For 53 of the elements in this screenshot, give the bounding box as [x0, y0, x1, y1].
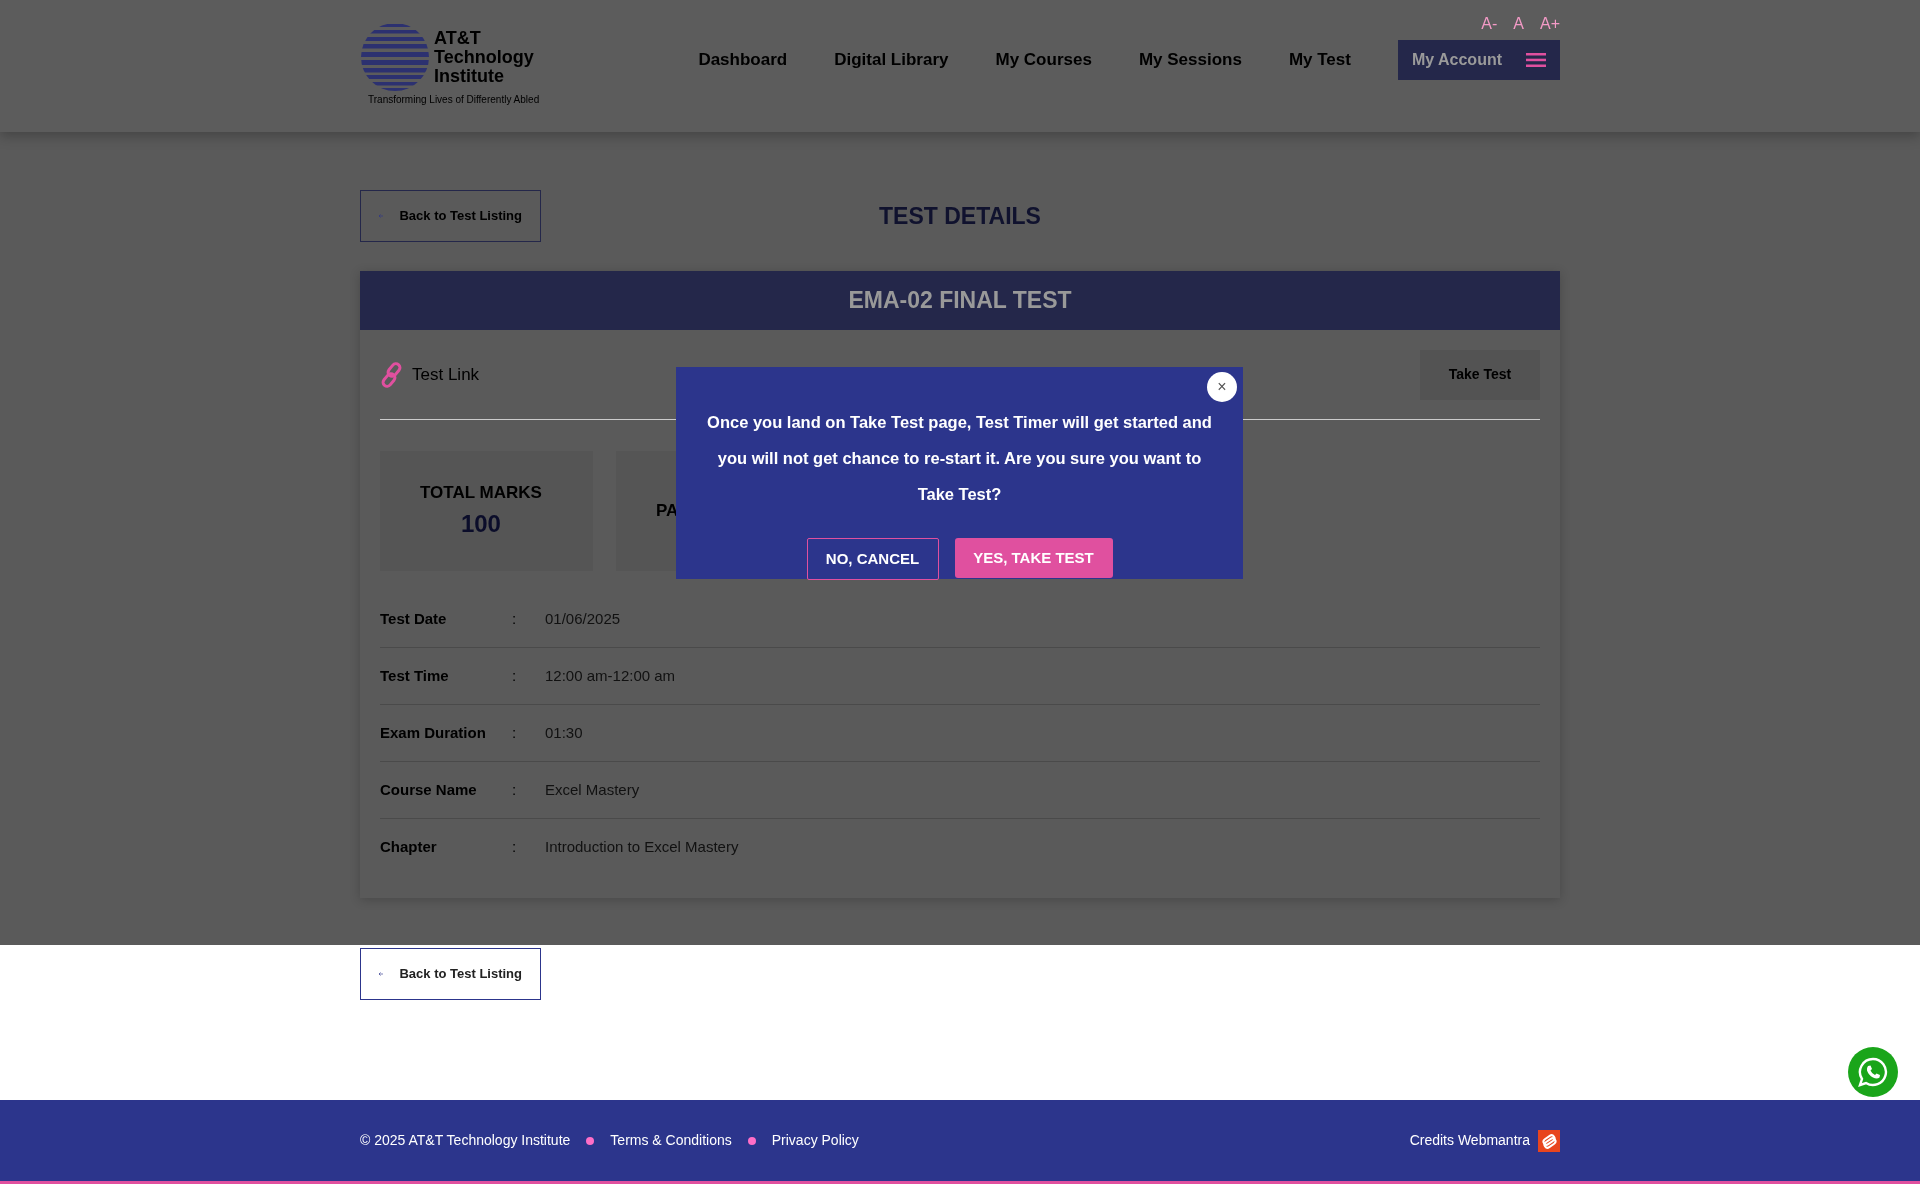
confirm-button[interactable]: YES, TAKE TEST — [954, 538, 1113, 578]
link-icon — [380, 361, 404, 388]
detail-value: 12:00 am-12:00 am — [545, 665, 676, 686]
detail-value: Introduction to Excel Mastery — [545, 837, 739, 858]
copyright-text: © 2025 AT&T Technology Institute — [360, 1131, 571, 1150]
stat-label: PA — [656, 500, 679, 523]
stat-label: TOTAL MARKS — [420, 482, 542, 505]
nav-link[interactable]: Dashboard — [698, 47, 788, 73]
detail-separator: : — [512, 722, 518, 743]
test-title: EMA-02 FINAL TEST — [848, 286, 1072, 316]
detail-separator: : — [512, 779, 518, 800]
detail-label: Chapter — [380, 837, 438, 858]
phone-chat-icon — [1858, 1057, 1888, 1087]
page-title: TEST DETAILS — [879, 202, 1041, 229]
detail-label: Exam Duration — [380, 722, 487, 743]
bullet-dot — [586, 1136, 595, 1145]
arrow-left-icon — [379, 969, 384, 979]
detail-value: Excel Mastery — [545, 779, 640, 800]
detail-label: Test Time — [380, 665, 450, 686]
close-button[interactable]: × — [1207, 372, 1237, 402]
arrow-left-icon — [379, 211, 384, 221]
credits-link[interactable]: Credits Webmantra — [1409, 1130, 1530, 1151]
detail-value: 01:30 — [545, 722, 583, 743]
footer-link[interactable]: Terms & Conditions — [610, 1130, 732, 1151]
detail-label: Course Name — [380, 779, 478, 800]
font-size-control[interactable]: A- — [1481, 12, 1498, 34]
nav-link[interactable]: Digital Library — [834, 47, 949, 73]
take-test-button[interactable]: Take Test — [1420, 349, 1540, 400]
webmantra-logo-icon — [1538, 1129, 1560, 1152]
footer-link[interactable]: Privacy Policy — [771, 1130, 859, 1151]
nav-link[interactable]: My Courses — [995, 47, 1092, 73]
back-button[interactable]: Back to Test Listing — [360, 190, 541, 242]
bullet-dot — [747, 1136, 756, 1145]
test-link-label: Test Link — [412, 363, 480, 386]
logo-tagline: Transforming Lives of Differently Abled — [368, 93, 540, 107]
cancel-button[interactable]: NO, CANCEL — [806, 538, 939, 580]
nav-link[interactable]: My Sessions — [1138, 47, 1242, 73]
back-button[interactable]: Back to Test Listing — [360, 948, 541, 1000]
font-size-control[interactable]: A — [1513, 12, 1524, 34]
my-account-button[interactable]: My Account — [1397, 40, 1560, 80]
detail-separator: : — [512, 665, 518, 686]
menu-icon — [1526, 53, 1546, 67]
logo-text: AT&T Technology Institute — [434, 28, 534, 86]
detail-separator: : — [512, 608, 518, 629]
chat-button[interactable] — [1848, 1047, 1898, 1097]
nav-link[interactable]: My Test — [1288, 47, 1351, 73]
detail-value: 01/06/2025 — [545, 608, 621, 629]
dialog-message: Once you land on Take Test page, Test Timer will get started and you will not get chance to re-start it. Are you sure you want to Take Test? — [706, 412, 1213, 505]
detail-label: Test Date — [380, 608, 448, 629]
detail-separator: : — [512, 837, 518, 858]
logo-globe-icon — [360, 22, 430, 92]
stat-value: 100 — [460, 508, 501, 539]
font-size-control[interactable]: A+ — [1540, 12, 1560, 34]
